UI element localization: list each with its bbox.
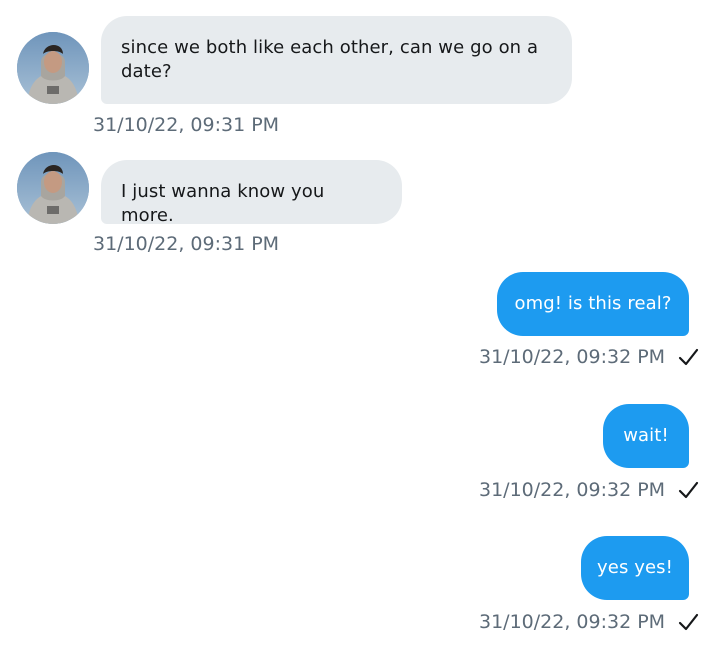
message-timestamp: 31/10/22, 09:32 PM [479, 346, 666, 368]
message-text: I just wanna know you more. [121, 181, 325, 226]
message-bubble[interactable]: wait! [603, 404, 689, 468]
message-bubble[interactable]: yes yes! [581, 536, 689, 600]
message-timestamp: 31/10/22, 09:31 PM [93, 114, 280, 136]
sender-avatar[interactable] [17, 152, 89, 224]
check-icon [677, 346, 699, 368]
sender-avatar[interactable] [17, 32, 89, 104]
message-text: yes yes! [597, 557, 673, 578]
check-icon [677, 479, 699, 501]
message-bubble[interactable]: omg! is this real? [497, 272, 689, 336]
message-text: omg! is this real? [514, 293, 672, 314]
message-meta: 31/10/22, 09:32 PM [479, 610, 699, 634]
message-text: since we both like each other, can we go… [121, 37, 539, 82]
check-icon [677, 611, 699, 633]
message-bubble[interactable]: I just wanna know you more. [101, 160, 402, 226]
message-meta: 31/10/22, 09:32 PM [479, 345, 699, 369]
message-bubble[interactable]: since we both like each other, can we go… [101, 16, 572, 104]
message-timestamp: 31/10/22, 09:31 PM [93, 233, 280, 255]
message-timestamp: 31/10/22, 09:32 PM [479, 611, 666, 633]
message-timestamp: 31/10/22, 09:32 PM [479, 479, 666, 501]
message-meta: 31/10/22, 09:32 PM [479, 478, 699, 502]
message-text: wait! [623, 425, 669, 446]
